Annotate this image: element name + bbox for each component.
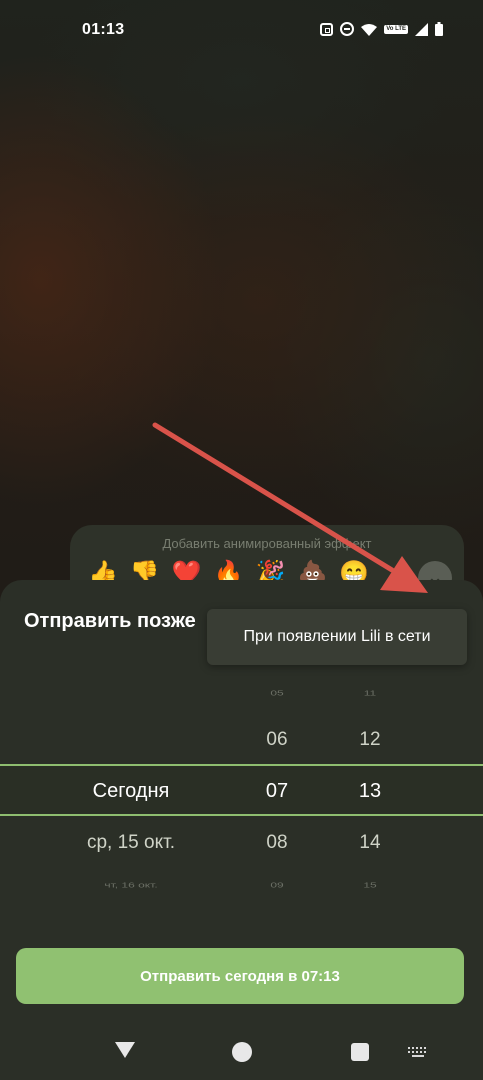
sheet-title: Отправить позже xyxy=(24,610,196,632)
send-when-online-option[interactable]: При появлении Lili в сети xyxy=(207,609,467,665)
picker-minute[interactable]: 11 xyxy=(364,689,376,697)
back-icon[interactable] xyxy=(115,1042,135,1058)
picker-minute[interactable]: 12 xyxy=(359,729,380,751)
date-time-picker[interactable]: Сегодня ср, 15 окт. чт, 16 окт. 05 06 07… xyxy=(0,680,483,900)
picker-hour[interactable]: 09 xyxy=(270,881,283,889)
dnd-icon xyxy=(340,22,355,36)
reaction-hint: Добавить анимированный эффект xyxy=(162,536,372,551)
home-icon[interactable] xyxy=(232,1042,252,1062)
recents-icon[interactable] xyxy=(351,1043,369,1061)
picker-day-selected[interactable]: Сегодня xyxy=(93,780,170,803)
picker-hour-selected[interactable]: 07 xyxy=(266,780,288,803)
status-time: 01:13 xyxy=(82,21,125,38)
status-icons: Vo LTE xyxy=(320,22,443,36)
keyboard-icon[interactable] xyxy=(408,1047,428,1057)
picker-minute[interactable]: 14 xyxy=(359,832,380,854)
wifi-icon xyxy=(361,23,378,36)
picker-hour[interactable]: 08 xyxy=(266,832,287,854)
nfc-icon xyxy=(320,22,334,36)
picker-hour[interactable]: 06 xyxy=(266,729,287,751)
picker-day[interactable]: ср, 15 окт. xyxy=(87,832,175,854)
send-scheduled-button[interactable]: Отправить сегодня в 07:13 xyxy=(16,948,464,1004)
picker-minute[interactable]: 15 xyxy=(363,881,376,889)
battery-icon xyxy=(435,22,443,36)
picker-minute-selected[interactable]: 13 xyxy=(359,780,381,803)
status-bar: 01:13 Vo LTE xyxy=(0,0,483,62)
picker-hour[interactable]: 05 xyxy=(270,689,283,697)
volte-icon: Vo LTE xyxy=(384,24,408,34)
picker-day[interactable]: чт, 16 окт. xyxy=(104,881,157,889)
navigation-bar xyxy=(0,1020,483,1080)
signal-icon xyxy=(415,22,428,36)
